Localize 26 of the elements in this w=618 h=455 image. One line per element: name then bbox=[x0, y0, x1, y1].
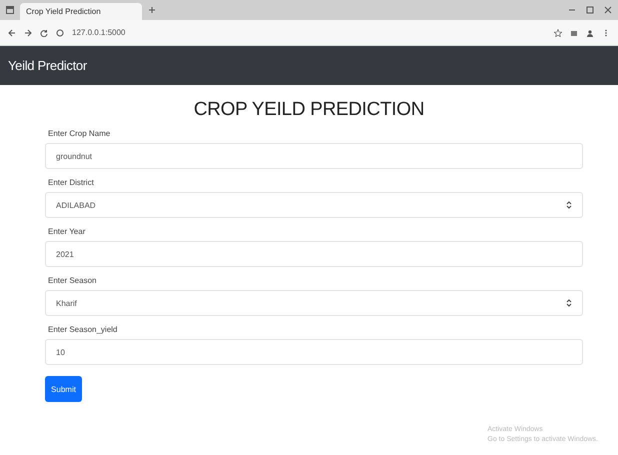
select-field[interactable]: ADILABAD bbox=[45, 192, 583, 218]
profile-icon[interactable] bbox=[586, 28, 594, 36]
window-icon[interactable] bbox=[6, 6, 14, 14]
field-label: Enter Year bbox=[48, 227, 86, 236]
back-icon[interactable] bbox=[8, 28, 16, 36]
reload-icon[interactable] bbox=[40, 28, 48, 36]
input-field[interactable]: 10 bbox=[45, 339, 583, 365]
submit-button[interactable]: Submit bbox=[45, 376, 82, 402]
browser-tab[interactable]: Crop Yield Prediction bbox=[20, 3, 142, 20]
field-label: Enter District bbox=[48, 178, 95, 187]
field-label: Enter Crop Name bbox=[48, 129, 112, 138]
forward-icon[interactable] bbox=[24, 28, 32, 36]
field-label: Enter Season bbox=[48, 276, 98, 285]
maximize-icon[interactable] bbox=[586, 6, 594, 14]
address-bar[interactable]: 127.0.0.1:5000 bbox=[72, 28, 126, 37]
input-field[interactable]: groundnut bbox=[45, 143, 583, 169]
new-tab-icon[interactable] bbox=[148, 6, 156, 14]
page-title: CROP YEILD PREDICTION bbox=[192, 99, 426, 121]
input-field[interactable]: 2021 bbox=[45, 241, 583, 267]
close-icon[interactable] bbox=[604, 6, 612, 14]
navbar-brand[interactable]: Yeild Predictor bbox=[8, 58, 87, 73]
caret-icon bbox=[566, 201, 572, 209]
star-icon[interactable] bbox=[554, 28, 562, 36]
select-field[interactable]: Kharif bbox=[45, 290, 583, 316]
field-label: Enter Season_yield bbox=[48, 325, 118, 334]
caret-icon bbox=[566, 299, 572, 307]
